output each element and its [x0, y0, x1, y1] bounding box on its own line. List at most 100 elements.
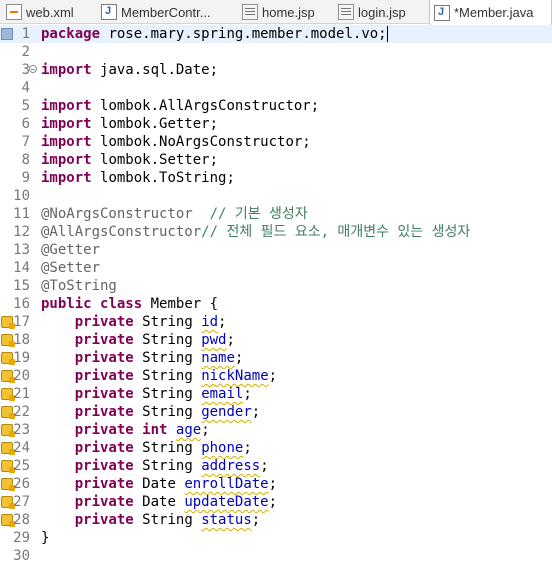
java-file-icon: [101, 4, 117, 20]
code-token: ;: [243, 440, 252, 456]
line-number: 17: [13, 314, 30, 330]
tab-label: MemberContr...: [121, 4, 211, 20]
code-line[interactable]: 17 private String id;: [0, 313, 552, 331]
code-text: private String status;: [41, 511, 260, 529]
line-number: 27: [13, 494, 30, 510]
line-number: 12: [13, 224, 30, 240]
keyword-token: import: [41, 134, 92, 150]
code-line[interactable]: 10: [0, 187, 552, 205]
line-number: 28: [13, 512, 30, 528]
code-text: package rose.mary.spring.member.model.vo…: [41, 25, 388, 43]
code-line[interactable]: 2: [0, 43, 552, 61]
code-line[interactable]: 5 import lombok.AllArgsConstructor;: [0, 97, 552, 115]
code-token: lombok.Setter;: [100, 152, 219, 168]
code-line[interactable]: 29}: [0, 529, 552, 547]
code-text: private Date enrollDate;: [41, 475, 277, 493]
code-line[interactable]: 27 private Date updateDate;: [0, 493, 552, 511]
code-line[interactable]: 20 private String nickName;: [0, 367, 552, 385]
code-token: Date: [142, 476, 176, 492]
code-token: String: [142, 386, 193, 402]
keyword-token: private: [74, 386, 134, 402]
keyword-token: private: [74, 422, 134, 438]
code-text: import lombok.NoArgsConstructor;: [41, 133, 311, 151]
keyword-token: import: [41, 170, 92, 186]
code-text: private String address;: [41, 457, 269, 475]
keyword-token: private: [74, 458, 134, 474]
code-line[interactable]: 28 private String status;: [0, 511, 552, 529]
tab-label: login.jsp: [358, 4, 406, 20]
line-number: 29: [13, 530, 30, 546]
keyword-token: package: [41, 26, 101, 42]
keyword-token: private: [74, 476, 134, 492]
code-line[interactable]: 16 public class Member {: [0, 295, 552, 313]
editor-tab-membercontr[interactable]: MemberContr...: [97, 0, 235, 24]
keyword-token: private: [74, 494, 134, 510]
field-token: name: [201, 350, 235, 366]
code-line[interactable]: 25 private String address;: [0, 457, 552, 475]
field-token: email: [201, 386, 244, 402]
line-number: 7: [21, 134, 30, 150]
fold-toggle-icon[interactable]: [29, 65, 37, 73]
code-line[interactable]: 3 import java.sql.Date;: [0, 61, 552, 79]
code-text: import lombok.Getter;: [41, 115, 218, 133]
field-token: phone: [201, 440, 244, 456]
editor-tab-home-jsp[interactable]: home.jsp: [238, 0, 331, 24]
code-line[interactable]: 19 private String name;: [0, 349, 552, 367]
keyword-token: import: [41, 62, 92, 78]
annotation-token: @Setter: [41, 260, 101, 276]
keyword-token: int: [142, 422, 168, 438]
code-line[interactable]: 21 private String email;: [0, 385, 552, 403]
code-token: String: [142, 440, 193, 456]
field-token: enrollDate: [184, 476, 269, 492]
line-number: 30: [13, 548, 30, 564]
code-editor[interactable]: 1 package rose.mary.spring.member.model.v…: [0, 25, 552, 576]
code-token: lombok.AllArgsConstructor;: [100, 98, 320, 114]
code-line[interactable]: 22 private String gender;: [0, 403, 552, 421]
xml-file-icon: [6, 4, 22, 20]
line-number: 18: [13, 332, 30, 348]
line-number: 6: [21, 116, 30, 132]
code-token: String: [142, 458, 193, 474]
code-line[interactable]: 13 @Getter: [0, 241, 552, 259]
java-file-icon: [434, 4, 450, 21]
code-line[interactable]: 1 package rose.mary.spring.member.model.v…: [0, 25, 552, 43]
editor-tab-web-xml[interactable]: web.xml: [2, 0, 95, 24]
code-line[interactable]: 7 import lombok.NoArgsConstructor;: [0, 133, 552, 151]
line-number: 5: [21, 98, 30, 114]
editor-tab-member-java[interactable]: *Member.java: [429, 0, 552, 25]
code-line[interactable]: 9 import lombok.ToString;: [0, 169, 552, 187]
comment-token: // 전체 필드 요소, 매개변수 있는 생성자: [201, 224, 471, 240]
line-number: 21: [13, 386, 30, 402]
field-token: status: [201, 512, 252, 528]
code-line[interactable]: 11 @NoArgsConstructor // 기본 생성자: [0, 205, 552, 223]
code-line[interactable]: 26 private Date enrollDate;: [0, 475, 552, 493]
field-token: age: [175, 422, 202, 438]
code-line[interactable]: 18 private String pwd;: [0, 331, 552, 349]
code-line[interactable]: 8 import lombok.Setter;: [0, 151, 552, 169]
code-text: private String phone;: [41, 439, 252, 457]
code-line[interactable]: 24 private String phone;: [0, 439, 552, 457]
code-line[interactable]: 30: [0, 547, 552, 565]
code-token: rose.mary.spring.member.model.vo;: [108, 26, 387, 42]
line-number: 9: [21, 170, 30, 186]
code-text: private String pwd;: [41, 331, 235, 349]
code-line[interactable]: 15 @ToString: [0, 277, 552, 295]
code-text: import lombok.AllArgsConstructor;: [41, 97, 319, 115]
code-line[interactable]: 12 @AllArgsConstructor// 전체 필드 요소, 매개변수 있…: [0, 223, 552, 241]
code-line[interactable]: 23 private int age;: [0, 421, 552, 439]
code-line[interactable]: 14 @Setter: [0, 259, 552, 277]
editor-tab-login-jsp[interactable]: login.jsp: [334, 0, 427, 24]
code-line[interactable]: 4: [0, 79, 552, 97]
code-token: ;: [268, 368, 278, 384]
keyword-token: private: [74, 368, 134, 384]
code-token: Member {: [150, 296, 219, 312]
code-line[interactable]: 6 import lombok.Getter;: [0, 115, 552, 133]
code-text: import java.sql.Date;: [41, 61, 218, 79]
jsp-file-icon: [338, 4, 354, 20]
